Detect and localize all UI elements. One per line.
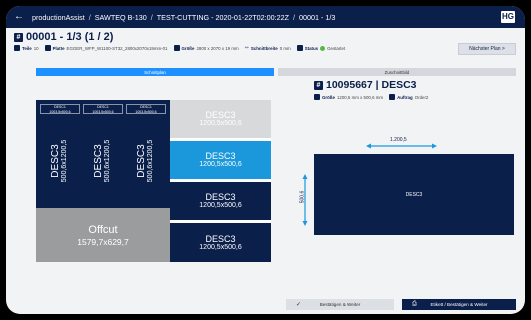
button-label: Etikett / Bestätigen & Weiter xyxy=(430,302,488,307)
tab-cutting-plan[interactable]: Schnittplan xyxy=(36,68,274,76)
cutting-layout: DESC1 1003,5x500,6 DESC1 1003,5x500,6 DESC… xyxy=(36,100,271,262)
strip-part[interactable]: DESC3 500,6x1200,5 xyxy=(83,116,123,206)
part-size: 1003,5x500,6 xyxy=(92,110,114,114)
offcut-label: Offcut xyxy=(88,223,118,236)
strip-area: DESC1 1003,5x500,6 DESC1 1003,5x500,6 DESC… xyxy=(36,100,170,208)
part-meta: Größe 1200,5 mm x 500,6 mm Auftrag Order2 xyxy=(314,94,434,100)
next-plan-button[interactable]: Nächster Plan > xyxy=(458,43,516,55)
tab-cutting-image[interactable]: Zuschnittbild xyxy=(278,68,516,76)
breadcrumb-item: 00001 - 1/3 xyxy=(299,12,336,22)
size-icon xyxy=(314,94,320,100)
meta-label: Teile xyxy=(22,45,32,51)
breadcrumb: productionAssist / SAWTEQ B-130/TEST-CUTTI… xyxy=(32,13,335,22)
part-size: 1200,5x500,6 xyxy=(199,202,242,209)
breadcrumb-item[interactable]: productionAssist xyxy=(32,13,85,22)
meta-label: Größe xyxy=(322,94,335,100)
meta-value: 1200,5 mm x 500,6 mm xyxy=(336,94,384,100)
part-size: 1003,5x500,6 xyxy=(135,110,157,114)
confirm-continue-button[interactable]: ✓ Bestätigen & Weiter xyxy=(286,299,394,310)
part-preview: DESC3 xyxy=(314,154,514,235)
breadcrumb-separator: / xyxy=(88,12,91,22)
height-dimension-label: 500,6 xyxy=(299,190,306,204)
plan-title: 00001 - 1/3 (1 / 2) xyxy=(26,31,114,43)
breadcrumb-separator: / xyxy=(150,12,153,22)
part-size: 500,6x1200,5 xyxy=(61,139,68,183)
strip-part[interactable]: DESC3 500,6x1200,5 xyxy=(126,116,166,206)
hash-icon: # xyxy=(14,32,23,42)
kerf-icon: ⇿ xyxy=(244,45,249,51)
page-title: #00001 - 1/3 (1 / 2) xyxy=(14,31,113,43)
part-size: 1200,5x500,6 xyxy=(199,161,242,168)
part-name: DESC3 xyxy=(205,192,236,202)
preview-label: DESC3 xyxy=(405,191,423,198)
part-name: DESC3 xyxy=(136,144,147,178)
order-icon xyxy=(389,94,396,100)
part-name: DESC3 xyxy=(205,110,236,120)
breadcrumb-separator: / xyxy=(293,12,296,22)
panel-part[interactable]: DESC3 1200,5x500,6 xyxy=(170,182,271,220)
arrow-left-icon[interactable]: ← xyxy=(14,12,24,22)
part-title-text: 10095667 | DESC3 xyxy=(326,79,417,91)
strip-top-label[interactable]: DESC1 1003,5x500,6 xyxy=(83,104,123,114)
part-name: DESC3 xyxy=(205,233,236,244)
breadcrumb-item[interactable]: TEST-CUTTING - 2020-01-22T02:00:22Z xyxy=(157,13,289,22)
button-label: Bestätigen & Weiter xyxy=(319,302,361,307)
part-name: DESC3 xyxy=(93,144,104,178)
part-title: #10095667 | DESC3 xyxy=(314,79,417,91)
panel-part-selected[interactable]: DESC3 1200,5x500,6 xyxy=(170,141,271,179)
meta-label: Größe xyxy=(181,45,195,51)
meta-value: EGGER_WFP_W1100-ST32_2800x2070x19mm-01 xyxy=(66,45,168,51)
offcut-area[interactable]: Offcut 1579,7x629,7 xyxy=(36,208,170,262)
footer-actions: ✓ Bestätigen & Weiter ⎙ Etikett / Bestät… xyxy=(286,299,516,310)
part-size: 500,6x1200,5 xyxy=(147,139,154,183)
app-frame: ← productionAssist / SAWTEQ B-130/TEST-CUT… xyxy=(6,6,525,314)
printer-icon: ⎙ xyxy=(412,301,417,307)
part-name: DESC3 xyxy=(50,144,61,178)
part-size: 1200,5x500,6 xyxy=(199,243,242,251)
parts-icon xyxy=(14,45,20,51)
meta-label: Status xyxy=(304,45,319,51)
breadcrumb-item[interactable]: SAWTEQ B-130 xyxy=(95,13,147,22)
meta-label: Platte xyxy=(52,45,65,51)
panel-part[interactable]: DESC3 1200,5x500,6 xyxy=(170,223,271,262)
meta-value: 0 mm xyxy=(279,45,291,51)
strip-part[interactable]: DESC3 500,6x1200,5 xyxy=(40,116,80,206)
meta-value: Order2 xyxy=(414,94,429,100)
status-icon xyxy=(296,45,303,51)
part-size: 1003,5x500,6 xyxy=(49,110,71,114)
width-dimension-label: 1.200,5 xyxy=(390,137,407,143)
meta-value: 2800 x 2070 x 19 mm xyxy=(196,45,239,51)
strip-top-label[interactable]: DESC1 1003,5x500,6 xyxy=(126,104,166,114)
brand-logo: HG xyxy=(501,11,515,23)
meta-label: Schnittbreite xyxy=(250,45,278,51)
hash-icon: # xyxy=(314,80,323,90)
view-tabs: Schnittplan Zuschnittbild xyxy=(36,68,516,76)
top-bar: ← productionAssist / SAWTEQ B-130/TEST-CUT… xyxy=(6,6,525,28)
part-size: 500,6x1200,5 xyxy=(104,139,111,183)
strip-top-label[interactable]: DESC1 1003,5x500,6 xyxy=(40,104,80,114)
plan-meta: Teile 10 Platte EGGER_WFP_W1100-ST32_2800x… xyxy=(14,45,351,51)
status-badge: Gestartet xyxy=(327,45,346,51)
size-icon xyxy=(173,45,180,51)
status-dot xyxy=(320,45,326,51)
part-name: DESC3 xyxy=(205,151,236,161)
part-size: 1200,5x500,6 xyxy=(199,120,242,127)
meta-label: Auftrag xyxy=(397,94,413,100)
meta-value: 10 xyxy=(33,45,39,51)
board-icon xyxy=(44,45,51,51)
offcut-size: 1579,7x629,7 xyxy=(77,236,129,247)
panel-part-done[interactable]: DESC3 1200,5x500,6 xyxy=(170,100,271,138)
check-icon: ✓ xyxy=(296,302,302,308)
label-confirm-continue-button[interactable]: ⎙ Etikett / Bestätigen & Weiter xyxy=(402,299,516,310)
